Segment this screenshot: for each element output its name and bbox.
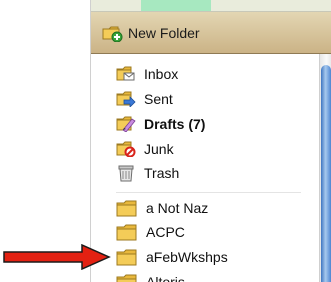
junk-folder-icon xyxy=(116,141,136,157)
folder-icon xyxy=(116,249,138,266)
folder-toolbar: New Folder xyxy=(91,12,331,54)
inbox-folder-icon xyxy=(116,66,136,82)
folder-label: a Not Naz xyxy=(146,200,209,216)
folder-icon xyxy=(116,274,138,282)
mail-folder-panel: New Folder Inbox Sent Drafts (7) Junk Tr… xyxy=(90,0,331,282)
new-folder-label: New Folder xyxy=(128,25,200,41)
folder-item-acpc[interactable]: ACPC xyxy=(116,221,185,243)
sent-folder-icon xyxy=(116,91,136,107)
new-folder-icon xyxy=(102,24,124,42)
folder-icon xyxy=(116,224,138,241)
folder-item-sent[interactable]: Sent xyxy=(116,88,173,110)
drafts-folder-icon xyxy=(116,116,136,132)
folder-item-altoris[interactable]: Altoris xyxy=(116,271,185,282)
folder-label: ACPC xyxy=(146,224,185,240)
folder-item-trash[interactable]: Trash xyxy=(116,162,179,184)
folder-icon xyxy=(116,200,138,217)
folder-item-junk[interactable]: Junk xyxy=(116,138,174,160)
folder-label-trash: Trash xyxy=(144,165,180,181)
folder-item-drafts[interactable]: Drafts (7) xyxy=(116,113,205,135)
folder-label: aFebWkshps xyxy=(146,249,228,265)
folder-label-inbox: Inbox xyxy=(144,66,179,82)
folder-separator xyxy=(116,192,301,193)
folder-label-sent: Sent xyxy=(144,91,173,107)
folder-list: Inbox Sent Drafts (7) Junk Trash a Not N… xyxy=(91,54,319,282)
folder-item-inbox[interactable]: Inbox xyxy=(116,63,178,85)
folder-label-junk: Junk xyxy=(144,141,174,157)
scrollbar-thumb[interactable] xyxy=(321,65,331,282)
folder-label-drafts: Drafts (7) xyxy=(144,116,206,132)
trash-can-icon xyxy=(116,164,136,182)
folder-item-afebwkshps[interactable]: aFebWkshps xyxy=(116,246,228,268)
new-folder-button[interactable]: New Folder xyxy=(102,23,200,43)
folder-item-a-not-naz[interactable]: a Not Naz xyxy=(116,197,208,219)
top-tab-strip xyxy=(91,0,331,12)
red-arrow-annotation xyxy=(0,244,112,270)
folder-label: Altoris xyxy=(146,274,185,282)
